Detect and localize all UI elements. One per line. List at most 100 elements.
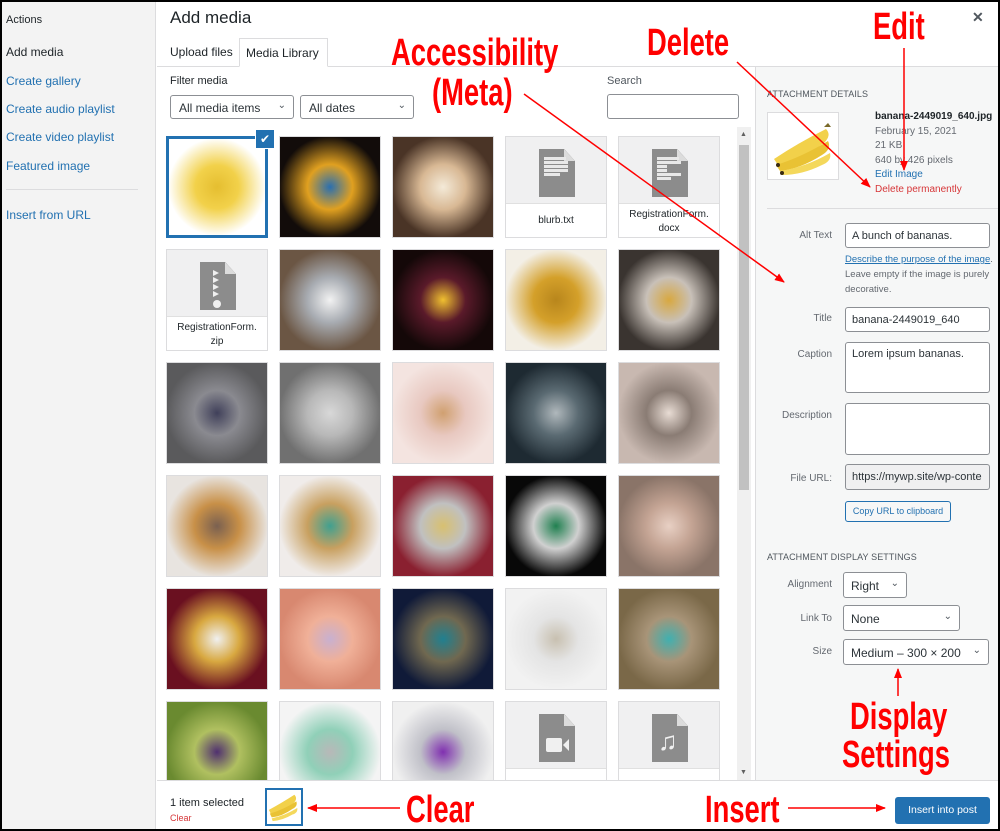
media-item-filename: Earth_Spin_In_Ha [506,768,606,780]
size-select[interactable]: Medium – 300 × 200 ⌄ [843,639,989,665]
description-label: Description [781,410,832,421]
title-input[interactable] [845,307,990,332]
media-item-image[interactable] [279,701,381,780]
alt-text-help: Describe the purpose of the image. Leave… [845,252,995,297]
media-item-image[interactable] [392,475,494,577]
doc-line [544,165,568,168]
media-item-image[interactable] [279,362,381,464]
checkmark-icon[interactable]: ✔ [255,129,275,149]
audio-icon: ♫ [652,714,688,762]
media-item-image[interactable] [279,475,381,577]
description-textarea[interactable] [845,403,990,455]
search-input[interactable] [607,94,739,119]
page-fold [564,714,575,726]
media-item-image[interactable] [279,136,381,238]
bracelet-on-red-box-image [393,476,493,576]
zipper-glyph [213,291,219,297]
file-url-input[interactable] [845,464,990,490]
media-item-file[interactable]: blurb.txt [505,136,607,238]
clear-selection-link[interactable]: Clear [170,813,192,823]
link-to-select[interactable]: None ⌄ [843,605,960,631]
chevron-down-icon: ⌄ [972,645,981,656]
emerald-pendant-image [393,589,493,689]
media-item-image[interactable] [166,136,268,238]
media-type-select[interactable]: All media items ⌄ [170,95,294,119]
doc-line [657,169,667,172]
selected-thumbnail[interactable] [265,788,303,826]
date-select[interactable]: All dates ⌄ [300,95,414,119]
chevron-down-icon: ⌄ [397,100,406,111]
alt-text-input[interactable] [845,223,990,248]
media-item-image[interactable] [166,588,268,690]
media-item-file[interactable]: RegistrationForm. zip [166,249,268,351]
edit-image-link[interactable]: Edit Image [875,168,992,183]
doc-line [544,157,566,160]
media-item-image[interactable] [166,475,268,577]
media-item-image[interactable] [166,362,268,464]
alignment-label: Alignment [787,579,832,590]
tab-upload-files[interactable]: Upload files [164,38,239,67]
attachment-details-heading: Attachment Details [767,89,869,99]
solitaire-ring-image [280,589,380,689]
modal-title: Add media [170,8,252,27]
close-icon[interactable]: ✕ [972,9,984,26]
media-item-filename: RegistrationForm. docx [619,203,719,237]
annotation-accessibility: Accessibility [391,32,559,74]
display-settings-heading: Attachment Display Settings [767,552,917,562]
media-item-image[interactable] [505,588,607,690]
media-item-image[interactable] [505,362,607,464]
copy-url-button[interactable]: Copy URL to clipboard [845,501,951,522]
media-item-image[interactable] [392,362,494,464]
gold-diamond-ring-image [167,589,267,689]
scroll-down-icon[interactable]: ▼ [740,769,747,776]
scroll-up-icon[interactable]: ▲ [740,131,747,138]
latte-coffee-image [393,137,493,237]
sidebar-item-create-audio-playlist[interactable]: Create audio playlist [6,102,115,116]
media-item-image[interactable] [618,588,720,690]
doc-line [657,177,671,180]
annotation-edit: Edit [873,6,925,48]
media-item-image[interactable] [505,475,607,577]
media-item-image[interactable] [618,475,720,577]
music-note-glyph: ♫ [658,726,678,756]
media-item-image[interactable] [618,249,720,351]
media-item-filename: RegistrationForm. zip [167,316,267,350]
tab-media-library[interactable]: Media Library [239,38,328,67]
doc-line [544,161,568,164]
annotation-delete: Delete [647,22,730,64]
media-item-image[interactable] [166,701,268,780]
media-item-image[interactable] [279,588,381,690]
attachment-details-panel: Attachment Details banana-2449019_640.jp… [755,67,998,780]
media-item-file[interactable]: Earth_Spin_In_Ha [505,701,607,780]
doc-line [544,173,560,176]
media-item-image[interactable] [392,588,494,690]
delete-permanently-link[interactable]: Delete permanently [875,183,992,198]
media-item-image[interactable] [392,701,494,780]
media-item-image[interactable] [618,362,720,464]
tiara-image [506,589,606,689]
media-item-image[interactable] [505,249,607,351]
diamond-ring-blur-image [167,363,267,463]
attachment-date: February 15, 2021 [875,125,957,137]
rose-gold-ring-image [619,476,719,576]
media-item-image[interactable] [392,249,494,351]
document-icon [652,149,688,197]
alignment-select[interactable]: Right ⌄ [843,572,907,598]
sidebar-item-insert-from-url[interactable]: Insert from URL [6,208,91,222]
scrollbar-thumb[interactable] [739,145,749,490]
media-item-image[interactable] [279,249,381,351]
sidebar-item-add-media[interactable]: Add media [6,45,63,59]
attachment-meta: banana-2449019_640.jpg February 15, 2021… [875,110,992,197]
media-item-image[interactable] [392,136,494,238]
caption-textarea[interactable]: Lorem ipsum bananas. [845,342,990,393]
caption-label: Caption [797,349,832,360]
sidebar-item-create-video-playlist[interactable]: Create video playlist [6,130,114,144]
media-item-file[interactable]: ♫ GentleWaves- [618,701,720,780]
media-item-file[interactable]: RegistrationForm. docx [618,136,720,238]
text-document-icon [539,149,575,197]
insert-into-post-button[interactable]: Insert into post [895,797,990,824]
sidebar-item-create-gallery[interactable]: Create gallery [6,74,81,88]
alt-text-help-link[interactable]: Describe the purpose of the image [845,254,990,265]
sidebar-item-featured-image[interactable]: Featured image [6,159,90,173]
grid-scrollbar[interactable]: ▲ ▼ [737,127,751,780]
